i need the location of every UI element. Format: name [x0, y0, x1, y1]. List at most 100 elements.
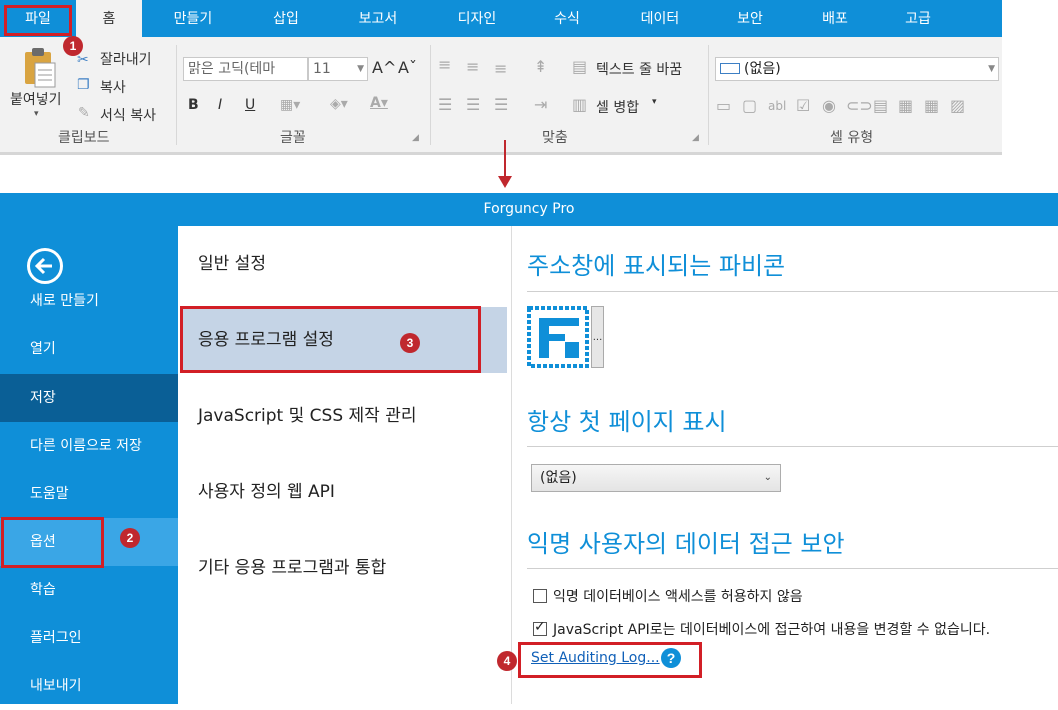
- tab-design[interactable]: 디자인: [438, 0, 516, 37]
- chevron-down-icon: ⌄: [763, 472, 772, 483]
- options-item-general[interactable]: 일반 설정: [180, 231, 507, 297]
- tab-security[interactable]: 보안: [715, 0, 785, 37]
- bold-button[interactable]: B: [188, 97, 199, 113]
- anon-db-access-option[interactable]: 익명 데이터베이스 액세스를 허용하지 않음: [533, 586, 803, 606]
- ribbon-panel: 붙여넣기 ▾ ✂ 잘라내기 ❐ 복사 ✎ 서식 복사 클립보드 맑은 고딕(테마…: [0, 37, 1002, 153]
- underline-button[interactable]: U: [245, 97, 255, 113]
- tab-formula[interactable]: 수식: [530, 0, 604, 37]
- cell-type-combo[interactable]: (없음) ▼: [715, 57, 999, 81]
- js-api-restrict-label: JavaScript API로는 데이터베이스에 접근하여 내용을 변경할 수 …: [553, 622, 991, 638]
- font-size-combo[interactable]: 11 ▼: [308, 57, 368, 81]
- favicon-browse-button[interactable]: ...: [591, 306, 604, 368]
- first-page-heading: 항상 첫 페이지 표시: [527, 408, 727, 436]
- wrap-text-icon: ▤: [572, 57, 588, 76]
- tab-report[interactable]: 보고서: [340, 0, 416, 37]
- annotation-box-file: [4, 5, 72, 36]
- first-page-select[interactable]: (없음) ⌄: [531, 464, 781, 492]
- grow-font-icon[interactable]: A^: [372, 58, 396, 77]
- paste-dropdown-icon[interactable]: ▾: [34, 109, 39, 119]
- window-title: Forguncy Pro: [0, 193, 1058, 226]
- tab-insert[interactable]: 삽입: [248, 0, 324, 37]
- sidebar-item-save[interactable]: 저장: [0, 374, 178, 422]
- fill-color-icon[interactable]: ◈▾: [330, 96, 348, 112]
- tab-deploy[interactable]: 배포: [800, 0, 870, 37]
- italic-button[interactable]: I: [218, 97, 222, 113]
- flow-arrow-icon: [498, 140, 512, 188]
- paste-button[interactable]: 붙여넣기: [10, 89, 62, 109]
- merge-button[interactable]: 셀 병합: [596, 97, 639, 117]
- radio-celltype-icon[interactable]: ◉: [822, 98, 836, 114]
- tab-home[interactable]: 홈: [76, 0, 142, 37]
- number-celltype-icon[interactable]: ▦: [898, 98, 913, 114]
- chevron-down-icon: ▼: [988, 64, 995, 74]
- font-name-value: 맑은 고딕(테마: [188, 61, 276, 77]
- font-name-combo[interactable]: 맑은 고딕(테마: [183, 57, 308, 81]
- options-category-list: 일반 설정 응용 프로그램 설정 JavaScript 및 CSS 제작 관리 …: [178, 226, 512, 704]
- indent-icon[interactable]: ⇥: [534, 97, 547, 113]
- align-top-icon[interactable]: ≡: [438, 57, 451, 73]
- orientation-icon[interactable]: ⇞: [534, 59, 547, 75]
- border-icon[interactable]: ▦▾: [280, 97, 300, 113]
- backstage-sidebar: 새로 만들기 열기 저장 다른 이름으로 저장 도움말 옵션 학습 플러그인 내…: [0, 226, 178, 704]
- sidebar-item-help[interactable]: 도움말: [0, 470, 178, 518]
- anon-db-access-label: 익명 데이터베이스 액세스를 허용하지 않음: [553, 589, 803, 605]
- anon-security-heading: 익명 사용자의 데이터 접근 보안: [527, 530, 845, 558]
- checkbox-celltype-icon[interactable]: ☑: [796, 98, 810, 114]
- annotation-box-options: [1, 517, 104, 568]
- font-color-icon[interactable]: A▾: [370, 95, 388, 111]
- annotation-badge-2: 2: [120, 528, 140, 548]
- align-bottom-icon[interactable]: ≡: [494, 61, 507, 77]
- js-api-restrict-option[interactable]: JavaScript API로는 데이터베이스에 접근하여 내용을 변경할 수 …: [533, 619, 990, 639]
- copy-icon: ❐: [77, 77, 90, 93]
- group-label-font: 글꼴: [280, 130, 306, 146]
- textbox-celltype-icon[interactable]: ▭: [716, 98, 731, 114]
- annotation-box-app-settings: [180, 306, 481, 373]
- tab-data[interactable]: 데이터: [622, 0, 698, 37]
- button-celltype-icon[interactable]: ▢: [742, 98, 757, 114]
- copy-button[interactable]: 복사: [100, 77, 126, 97]
- wrap-text-button[interactable]: 텍스트 줄 바꿈: [596, 59, 682, 79]
- group-label-clipboard: 클립보드: [58, 130, 110, 146]
- separator: [176, 45, 177, 145]
- font-launcher-icon[interactable]: ◢: [412, 133, 419, 143]
- annotation-badge-1: 1: [63, 36, 83, 56]
- list-celltype-icon[interactable]: ▤: [873, 98, 888, 114]
- tab-advanced[interactable]: 고급: [883, 0, 953, 37]
- align-center-icon[interactable]: ☰: [466, 97, 480, 113]
- ribbon-tabbar: 파일 홈 만들기 삽입 보고서 디자인 수식 데이터 보안 배포 고급: [0, 0, 1002, 37]
- shrink-font-icon[interactable]: Aˇ: [398, 58, 417, 77]
- paste-icon[interactable]: [22, 47, 58, 89]
- group-label-cell-type: 셀 유형: [830, 130, 874, 146]
- align-middle-icon[interactable]: ≡: [466, 59, 479, 75]
- options-item-js-css[interactable]: JavaScript 및 CSS 제작 관리: [180, 383, 507, 449]
- anon-db-access-checkbox[interactable]: [533, 589, 547, 603]
- calendar-celltype-icon[interactable]: ▦: [924, 98, 939, 114]
- cell-type-icon: [720, 63, 740, 74]
- sidebar-item-export[interactable]: 내보내기: [0, 662, 178, 710]
- image-celltype-icon[interactable]: ▨: [950, 98, 965, 114]
- merge-dropdown-icon[interactable]: ▾: [652, 97, 657, 107]
- alignment-launcher-icon[interactable]: ◢: [692, 133, 699, 143]
- sidebar-item-plugins[interactable]: 플러그인: [0, 614, 178, 662]
- js-api-restrict-checkbox[interactable]: [533, 619, 547, 636]
- label-celltype-icon[interactable]: abl: [768, 98, 786, 114]
- align-right-icon[interactable]: ☰: [494, 97, 508, 113]
- options-item-web-api[interactable]: 사용자 정의 웹 API: [180, 459, 507, 525]
- sidebar-item-new[interactable]: 새로 만들기: [0, 277, 178, 325]
- forguncy-logo-icon: [527, 306, 589, 368]
- sidebar-item-save-as[interactable]: 다른 이름으로 저장: [0, 422, 178, 470]
- format-painter-button[interactable]: 서식 복사: [100, 105, 156, 125]
- tab-create[interactable]: 만들기: [155, 0, 231, 37]
- first-page-value: (없음): [540, 470, 577, 486]
- separator: [708, 45, 709, 145]
- group-label-alignment: 맞춤: [542, 130, 568, 146]
- align-left-icon[interactable]: ☰: [438, 97, 452, 113]
- sidebar-item-open[interactable]: 열기: [0, 325, 178, 373]
- hyperlink-celltype-icon[interactable]: ⊂⊃: [846, 98, 873, 114]
- sidebar-item-learn[interactable]: 학습: [0, 566, 178, 614]
- options-item-integration[interactable]: 기타 응용 프로그램과 통합: [180, 535, 507, 601]
- annotation-badge-4: 4: [497, 651, 517, 671]
- settings-content: 주소창에 표시되는 파비콘 ... 항상 첫 페이지 표시 (없음) ⌄ 익명 …: [513, 226, 1058, 704]
- cut-button[interactable]: 잘라내기: [100, 49, 152, 69]
- divider: [527, 446, 1058, 447]
